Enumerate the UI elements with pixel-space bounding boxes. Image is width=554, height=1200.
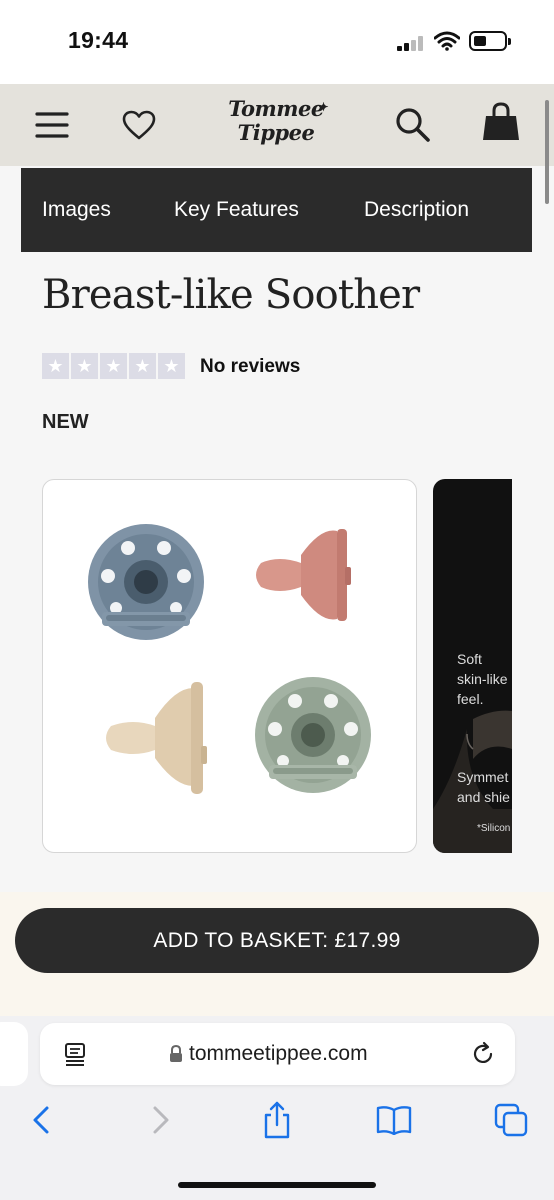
star-icon: ★: [100, 353, 127, 379]
home-indicator: [178, 1182, 376, 1188]
tab-images[interactable]: Images: [42, 198, 111, 222]
slide-text-line: and shie: [457, 789, 510, 805]
soothers-image: [88, 524, 371, 794]
reload-icon[interactable]: [470, 1041, 496, 1067]
new-badge: NEW: [42, 411, 89, 433]
slide-footnote: *Silicon: [477, 823, 511, 834]
forward-icon[interactable]: [146, 1100, 176, 1140]
tabs-icon[interactable]: [493, 1100, 529, 1140]
logo-line1: Tommee: [228, 96, 324, 121]
battery-icon: [469, 31, 511, 51]
price: £17.99: [334, 928, 401, 952]
menu-icon[interactable]: [34, 108, 70, 142]
basket-icon[interactable]: [481, 102, 521, 142]
lock-icon: [170, 1045, 182, 1062]
add-to-basket-label: ADD TO BASKET:: [153, 928, 335, 952]
tab-description[interactable]: Description: [364, 198, 469, 222]
status-bar: 19:44: [0, 0, 554, 84]
slide-text-line: skin-like: [457, 671, 508, 687]
wifi-icon: [434, 31, 460, 51]
previous-tab-preview[interactable]: [0, 1022, 28, 1086]
sparkle-icon: ✦: [318, 100, 328, 114]
star-icon: ★: [158, 353, 185, 379]
status-time: 19:44: [68, 27, 129, 53]
signal-icon: [397, 36, 425, 51]
slide-text-line: Soft: [457, 651, 482, 667]
star-icon: ★: [129, 353, 156, 379]
brand-logo[interactable]: Tommee Tippee ✦: [224, 97, 328, 155]
reviews-link[interactable]: No reviews: [200, 356, 300, 378]
page-scrollbar[interactable]: [545, 100, 549, 204]
reader-icon[interactable]: [64, 1042, 86, 1066]
product-title: Breast-like Soother: [42, 272, 420, 318]
tab-key-features[interactable]: Key Features: [174, 198, 299, 222]
product-image-card-next[interactable]: Soft skin-like feel. Symmet and shie *Si…: [433, 479, 512, 853]
share-icon[interactable]: [260, 1100, 294, 1140]
add-to-basket-button[interactable]: ADD TO BASKET: £17.99: [15, 908, 539, 973]
logo-line2: Tippee: [237, 120, 315, 145]
search-icon[interactable]: [394, 106, 432, 144]
heart-icon[interactable]: [120, 108, 158, 142]
back-icon[interactable]: [26, 1100, 56, 1140]
product-image-card[interactable]: [42, 479, 417, 853]
address-bar[interactable]: tommeetippee.com: [40, 1023, 515, 1085]
section-tab-bar: Images Key Features Description: [21, 168, 532, 252]
slide-text-line: Symmet: [457, 769, 509, 785]
slide-text-line: feel.: [457, 691, 484, 707]
star-icon: ★: [71, 353, 98, 379]
url-text: tommeetippee.com: [189, 1042, 368, 1065]
star-rating[interactable]: ★ ★ ★ ★ ★: [42, 353, 185, 379]
star-icon: ★: [42, 353, 69, 379]
bookmarks-icon[interactable]: [375, 1100, 413, 1140]
